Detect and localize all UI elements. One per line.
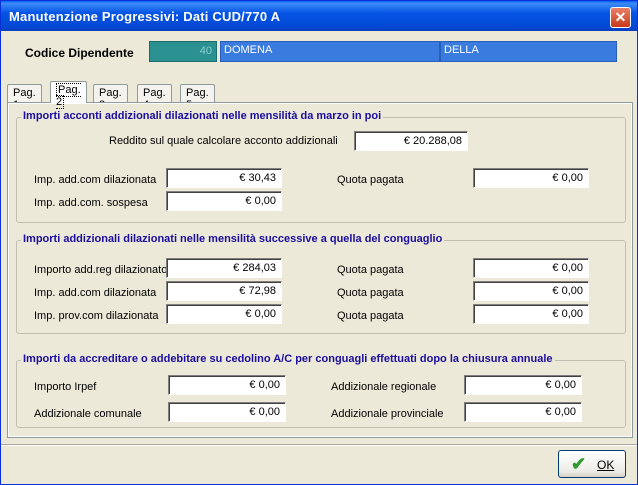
quota-pagata-label: Quota pagata <box>337 174 404 186</box>
employee-name-field: DOMENA <box>220 41 440 62</box>
addcom-dilazionata-2-label: Imp. add.com dilazionata <box>34 287 157 299</box>
group-acconti-addizionali: Importi acconti addizionali dilazionati … <box>16 110 626 223</box>
reddito-label: Reddito sul quale calcolare acconto addi… <box>109 135 338 147</box>
quota-pagata-field[interactable]: € 0,00 <box>473 168 589 188</box>
addcom-dilazionata-label: Imp. add.com dilazionata <box>34 174 157 186</box>
reddito-field[interactable]: € 20.288,08 <box>354 131 468 151</box>
tab-panel-pag-2: Importi acconti addizionali dilazionati … <box>7 102 633 438</box>
checkmark-icon: ✔ <box>571 454 587 474</box>
provcom-dilazionata-field[interactable]: € 0,00 <box>166 304 282 324</box>
irpef-label: Importo Irpef <box>34 381 97 393</box>
dialog-window: Manutenzione Progressivi: Dati CUD/770 A… <box>0 0 638 485</box>
addcom-dilazionata-2-field[interactable]: € 72,98 <box>166 281 282 301</box>
codice-dipendente-label: Codice Dipendente <box>25 46 134 60</box>
addizionale-comunale-field[interactable]: € 0,00 <box>168 402 286 422</box>
quota-pagata-reg-label: Quota pagata <box>337 264 404 276</box>
close-button[interactable]: ✕ <box>610 7 631 28</box>
group-acconti-title: Importi acconti addizionali dilazionati … <box>21 110 384 122</box>
addizionale-provinciale-field[interactable]: € 0,00 <box>464 402 582 422</box>
tab-pag-2[interactable]: Pag. 2 <box>50 81 87 109</box>
addizionale-regionale-label: Addizionale regionale <box>331 381 437 393</box>
tab-panel-content: Importi acconti addizionali dilazionati … <box>9 104 631 436</box>
tab-pag-5[interactable]: Pag. 5 <box>180 84 215 111</box>
group-successive-title: Importi addizionali dilazionati nelle me… <box>21 233 445 245</box>
group-addizionali-successive: Importi addizionali dilazionati nelle me… <box>16 233 626 334</box>
close-icon: ✕ <box>614 9 627 25</box>
window-title: Manutenzione Progressivi: Dati CUD/770 A <box>9 9 281 24</box>
quota-pagata-prov-field[interactable]: € 0,00 <box>473 304 589 324</box>
codice-dipendente-number: 40 <box>149 41 217 62</box>
tab-pag-3[interactable]: Pag. 3 <box>93 84 128 111</box>
addcom-sospesa-label: Imp. add.com. sospesa <box>34 197 148 209</box>
addizionale-regionale-field[interactable]: € 0,00 <box>464 375 582 395</box>
ok-button[interactable]: ✔ OK <box>558 450 626 478</box>
irpef-field[interactable]: € 0,00 <box>168 375 286 395</box>
quota-pagata-com-field[interactable]: € 0,00 <box>473 281 589 301</box>
footer-separator <box>1 444 637 446</box>
provcom-dilazionata-label: Imp. prov.com dilazionata <box>34 310 159 322</box>
addreg-dilazionato-field[interactable]: € 284,03 <box>166 258 282 278</box>
addizionale-comunale-label: Addizionale comunale <box>34 408 142 420</box>
addcom-sospesa-field[interactable]: € 0,00 <box>166 191 282 211</box>
group-conguagli-title: Importi da accreditare o addebitare su c… <box>21 353 555 365</box>
group-conguagli: Importi da accreditare o addebitare su c… <box>16 353 626 428</box>
ok-button-label: OK <box>597 458 615 472</box>
addcom-dilazionata-field[interactable]: € 30,43 <box>166 168 282 188</box>
tab-pag-1[interactable]: Pag. 1 <box>7 84 42 111</box>
tab-pag-4[interactable]: Pag. 4 <box>137 84 172 111</box>
addreg-dilazionato-label: Importo add.reg dilazionato <box>34 264 168 276</box>
codice-dipendente-panel: Codice Dipendente 40 DOMENA DELLA <box>5 34 635 70</box>
employee-surname-field: DELLA <box>440 41 617 62</box>
addizionale-provinciale-label: Addizionale provinciale <box>331 408 444 420</box>
quota-pagata-com-label: Quota pagata <box>337 287 404 299</box>
quota-pagata-reg-field[interactable]: € 0,00 <box>473 258 589 278</box>
title-bar[interactable]: Manutenzione Progressivi: Dati CUD/770 A… <box>1 1 637 31</box>
quota-pagata-prov-label: Quota pagata <box>337 310 404 322</box>
